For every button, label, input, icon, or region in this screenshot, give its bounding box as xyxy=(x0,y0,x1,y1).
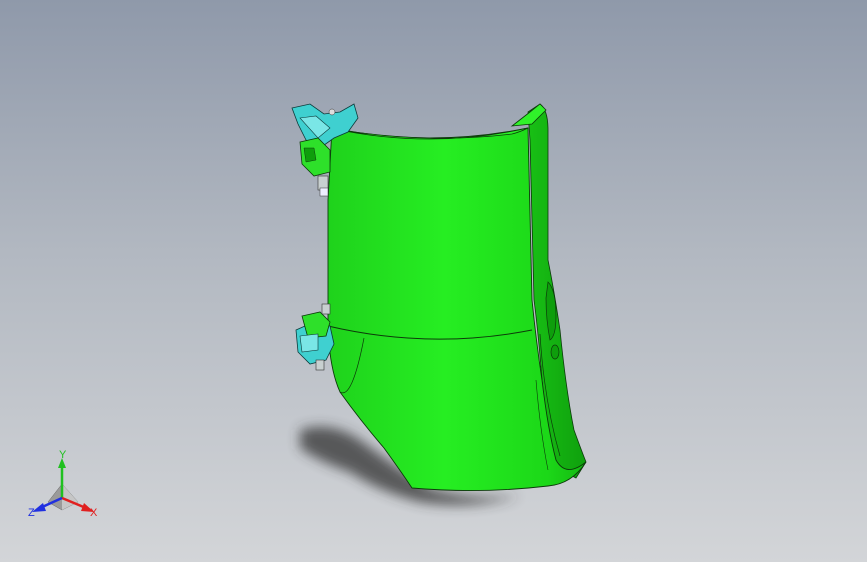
orientation-triad[interactable]: Y X Z xyxy=(0,440,110,550)
side-hole xyxy=(550,344,560,360)
lower-clip-assembly xyxy=(295,303,335,371)
cad-model[interactable] xyxy=(0,0,867,562)
cad-3d-viewport[interactable]: Y X Z xyxy=(0,0,867,562)
triad-y-label: Y xyxy=(59,449,67,461)
triad-x-label: X xyxy=(90,507,98,519)
triad-z-label: Z xyxy=(28,507,35,519)
